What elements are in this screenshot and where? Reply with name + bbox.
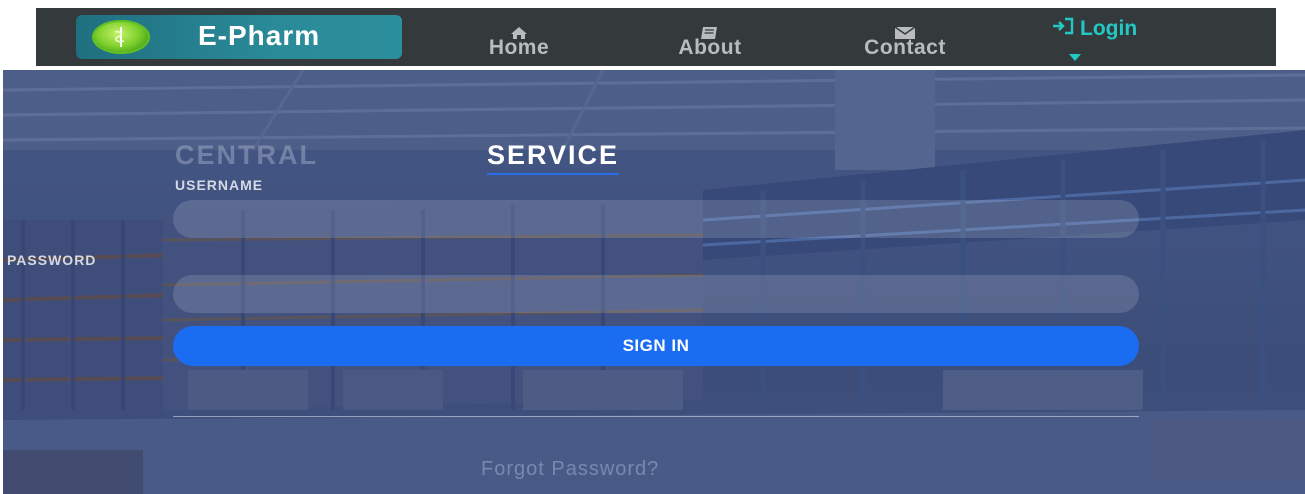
nav-contact[interactable]: Contact [830,22,980,58]
brand-name: E-Pharm [198,20,321,51]
nav-home-label: Home [488,36,550,59]
password-input[interactable] [173,275,1139,313]
forgot-password-link[interactable]: Forgot Password? [481,458,659,481]
chevron-down-icon[interactable] [1069,43,1137,67]
nav-contact-label: Contact [864,36,946,59]
nav-home[interactable]: Home [464,22,574,58]
brand[interactable]: E-Pharm [76,15,402,59]
username-input[interactable] [173,200,1139,238]
pharmacy-logo-icon [92,20,150,54]
nav-about[interactable]: About [650,22,770,58]
form-divider [173,416,1139,417]
username-label: USERNAME [175,177,264,193]
login-hero: CENTRAL SERVICE USERNAME PASSWORD SIGN I… [3,70,1305,494]
nav-about-label: About [678,36,742,59]
tab-central[interactable]: CENTRAL [175,140,318,171]
nav-login-label: Login [1080,17,1138,40]
password-label: PASSWORD [7,252,97,268]
nav-login[interactable]: Login [1052,17,1137,67]
sign-in-icon [1052,17,1074,41]
tab-service[interactable]: SERVICE [487,140,620,175]
top-navbar: E-Pharm Home About Contact Login [36,8,1276,66]
sign-in-button[interactable]: SIGN IN [173,326,1139,366]
